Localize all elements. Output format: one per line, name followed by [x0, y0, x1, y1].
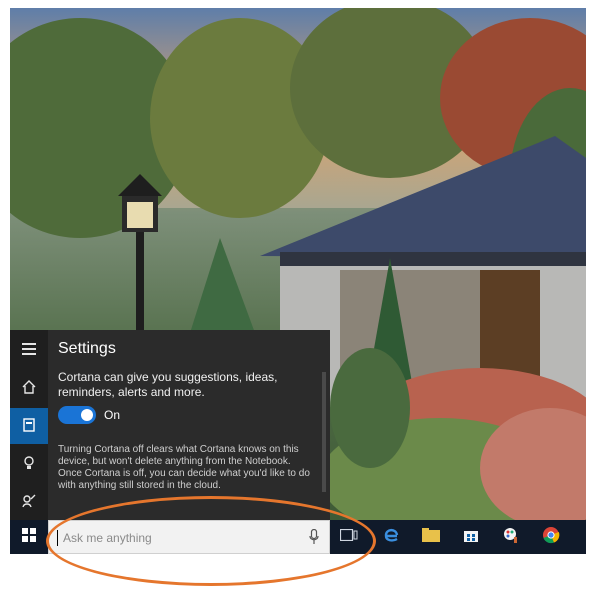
toggle-knob [81, 409, 93, 421]
hamburger-icon [22, 342, 36, 358]
text-caret [57, 530, 58, 546]
home-icon [22, 379, 36, 397]
store-button[interactable] [454, 520, 488, 554]
chrome-button[interactable] [534, 520, 568, 554]
taskbar [10, 520, 586, 555]
cortana-toggle[interactable] [58, 406, 96, 424]
cortana-side-rail [10, 330, 48, 520]
cortana-panel: Settings Cortana can give you suggestion… [10, 330, 330, 520]
notebook-button[interactable] [10, 408, 48, 444]
edge-button[interactable] [374, 520, 408, 554]
windows-start-icon [22, 527, 36, 547]
file-explorer-button[interactable] [414, 520, 448, 554]
toggle-state-label: On [104, 408, 121, 422]
panel-scrollbar[interactable] [322, 372, 326, 492]
feedback-icon [22, 494, 36, 511]
store-icon [463, 527, 479, 548]
feedback-button[interactable] [10, 484, 48, 520]
paint-icon [502, 526, 520, 549]
start-button[interactable] [10, 520, 48, 554]
task-view-icon [339, 528, 358, 546]
chrome-icon [542, 526, 560, 549]
settings-title: Settings [58, 340, 116, 357]
paint-button[interactable] [494, 520, 528, 554]
notebook-icon [22, 417, 36, 435]
microphone-icon[interactable] [309, 528, 319, 550]
task-view-button[interactable] [332, 520, 366, 554]
edge-icon [382, 526, 400, 549]
hamburger-menu-button[interactable] [10, 332, 48, 368]
cortana-search-box[interactable] [48, 520, 330, 555]
home-button[interactable] [10, 370, 48, 406]
file-explorer-icon [422, 527, 440, 547]
lightbulb-icon [23, 455, 35, 473]
cortana-description: Cortana can give you suggestions, ideas,… [58, 370, 278, 399]
reminders-button[interactable] [10, 446, 48, 482]
search-input[interactable] [61, 521, 295, 555]
cortana-off-info: Turning Cortana off clears what Cortana … [58, 444, 310, 491]
